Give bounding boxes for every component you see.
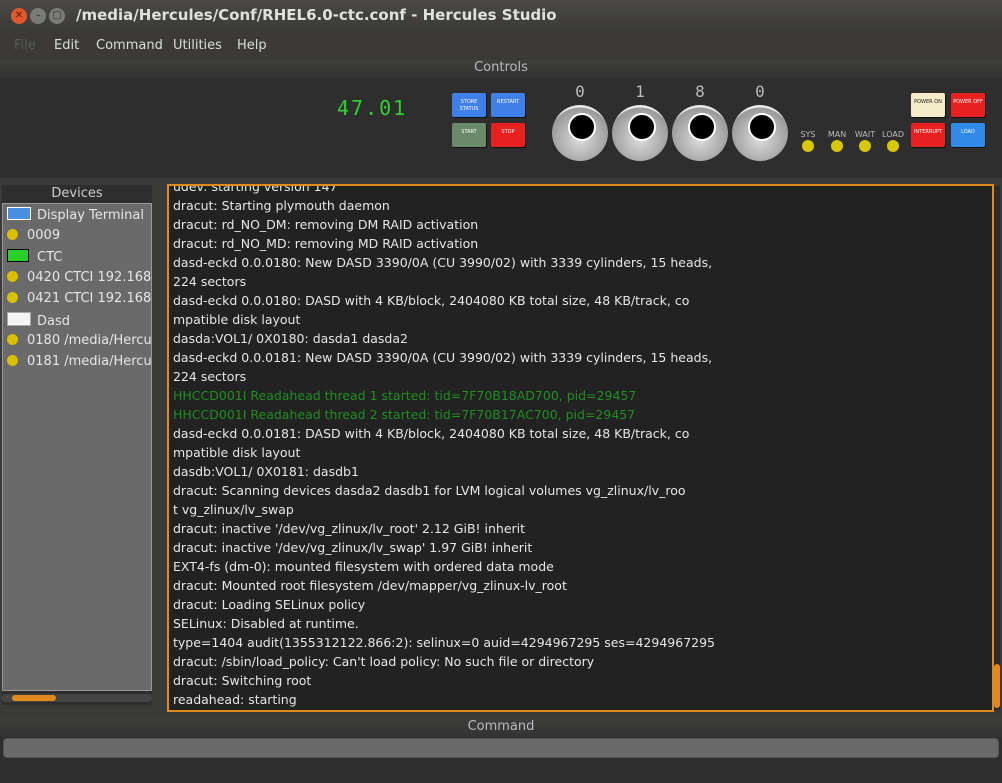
log-vertical-scrollbar[interactable] [994, 186, 1000, 710]
log-line: 224 sectors [173, 274, 247, 289]
address-dial[interactable] [552, 105, 608, 161]
window-title: /media/Hercules/Conf/RHEL6.0-ctc.conf - … [76, 6, 557, 24]
device-label: Dasd [37, 314, 71, 329]
log-line: dracut: /sbin/load_policy: Can't load po… [173, 654, 595, 669]
device-item[interactable]: 0180 /media/Hercules [7, 333, 152, 348]
status-dot-icon [7, 355, 18, 366]
minimize-button[interactable]: – [30, 8, 46, 24]
power-on-button[interactable]: POWER ON [911, 93, 945, 117]
address-dial[interactable] [672, 105, 728, 161]
interrupt-button[interactable]: INTERRUPT [911, 123, 945, 147]
load-button[interactable]: LOAD [951, 123, 985, 147]
devices-header: Devices [51, 186, 103, 201]
close-button[interactable]: ✕ [11, 8, 27, 24]
log-line: mpatible disk layout [173, 445, 301, 460]
log-line: dracut: Mounted root filesystem /dev/map… [173, 578, 567, 593]
lamp-label-man: MAN [827, 130, 847, 139]
device-item-dasd[interactable]: Dasd [7, 312, 70, 329]
lamp-label-wait: WAIT [854, 130, 876, 139]
devices-horizontal-scrollbar[interactable] [2, 694, 152, 702]
log-line: SELinux: Disabled at runtime. [173, 616, 359, 631]
man-lamp [831, 140, 843, 152]
device-label: CTC [37, 250, 63, 265]
counter-display: 47.01 [337, 96, 408, 120]
log-line: EXT4-fs (dm-0): mounted filesystem with … [173, 559, 554, 574]
device-item[interactable]: 0181 /media/Hercules [7, 354, 152, 369]
log-line: HHCCD001I Readahead thread 2 started: ti… [173, 407, 636, 422]
controls-header: Controls [0, 60, 1002, 78]
device-label: 0421 CTCI 192.168 [27, 291, 152, 306]
device-label: 0420 CTCI 192.168 [27, 270, 152, 285]
log-line: dasd-eckd 0.0.0180: New DASD 3390/0A (CU… [173, 255, 713, 270]
menu-edit[interactable]: Edit [54, 38, 79, 53]
log-line: udev: starting version 147 [173, 184, 338, 194]
restart-button[interactable]: RESTART [491, 93, 525, 117]
address-dial[interactable] [612, 105, 668, 161]
menu-command[interactable]: Command [96, 38, 163, 53]
power-off-button[interactable]: POWER OFF [951, 93, 985, 117]
dial-digit: 0 [755, 82, 765, 101]
status-dot-icon [7, 334, 18, 345]
status-dot-icon [7, 292, 18, 303]
monitor-icon [7, 207, 31, 220]
device-item-ctc[interactable]: CTC [7, 249, 62, 265]
menu-file[interactable]: File [14, 38, 36, 53]
device-label: 0180 /media/Hercules [27, 333, 152, 348]
network-card-icon [7, 249, 29, 262]
device-item[interactable]: 0421 CTCI 192.168 [7, 291, 151, 306]
log-line: dracut: Switching root [173, 673, 312, 688]
lamp-label-load: LOAD [882, 130, 904, 139]
dial-digit: 1 [635, 82, 645, 101]
console-log: udev: starting version 147 dracut: Starti… [167, 184, 994, 712]
log-line: dracut: inactive '/dev/vg_zlinux/lv_root… [173, 521, 526, 536]
log-line: type=1404 audit(1355312122.866:2): selin… [173, 635, 716, 650]
log-line: mpatible disk layout [173, 312, 301, 327]
device-item-display-terminal[interactable]: Display Terminal [7, 207, 144, 223]
device-label: Display Terminal [37, 208, 144, 223]
command-input[interactable] [3, 738, 999, 758]
scrollbar-thumb[interactable] [12, 695, 56, 701]
status-dot-icon [7, 271, 18, 282]
log-line: dasd-eckd 0.0.0181: New DASD 3390/0A (CU… [173, 350, 713, 365]
log-line: dracut: inactive '/dev/vg_zlinux/lv_swap… [173, 540, 533, 555]
log-line: dracut: Starting plymouth daemon [173, 198, 390, 213]
start-button[interactable]: START [452, 123, 486, 147]
log-line: t vg_zlinux/lv_swap [173, 502, 294, 517]
log-line: dasd-eckd 0.0.0180: DASD with 4 KB/block… [173, 293, 690, 308]
log-line: dracut: rd_NO_DM: removing DM RAID activ… [173, 217, 479, 232]
sys-lamp [802, 140, 814, 152]
dial-digit: 8 [695, 82, 705, 101]
log-line: dasd-eckd 0.0.0181: DASD with 4 KB/block… [173, 426, 690, 441]
command-header: Command [0, 719, 1002, 737]
log-line: dasdb:VOL1/ 0X0181: dasdb1 [173, 464, 359, 479]
stop-button[interactable]: STOP [491, 123, 525, 147]
log-line: dracut: Scanning devices dasda2 dasdb1 f… [173, 483, 686, 498]
dial-digit: 0 [575, 82, 585, 101]
wait-lamp [859, 140, 871, 152]
device-label: 0009 [27, 228, 61, 243]
device-list: Display Terminal 0009 CTC 0420 CTCI 192.… [2, 203, 152, 691]
store-status-button[interactable]: STORE STATUS [452, 93, 486, 117]
log-line: dracut: Loading SELinux policy [173, 597, 366, 612]
menu-help[interactable]: Help [237, 38, 267, 53]
maximize-button[interactable]: ▢ [49, 8, 65, 24]
log-line: readahead: starting [173, 692, 297, 707]
scrollbar-thumb[interactable] [994, 664, 1000, 708]
disk-icon [7, 312, 31, 326]
address-dial[interactable] [732, 105, 788, 161]
device-item[interactable]: 0420 CTCI 192.168 [7, 270, 151, 285]
log-line: HHCCD001I Readahead thread 1 started: ti… [173, 388, 637, 403]
device-item[interactable]: 0009 [7, 228, 60, 243]
load-lamp [887, 140, 899, 152]
log-line: 224 sectors [173, 369, 247, 384]
log-line: dracut: rd_NO_MD: removing MD RAID activ… [173, 236, 479, 251]
device-label: 0181 /media/Hercules [27, 354, 152, 369]
log-line: dasda:VOL1/ 0X0180: dasda1 dasda2 [173, 331, 408, 346]
lamp-label-sys: SYS [800, 130, 816, 139]
menu-utilities[interactable]: Utilities [173, 38, 222, 53]
status-dot-icon [7, 229, 18, 240]
